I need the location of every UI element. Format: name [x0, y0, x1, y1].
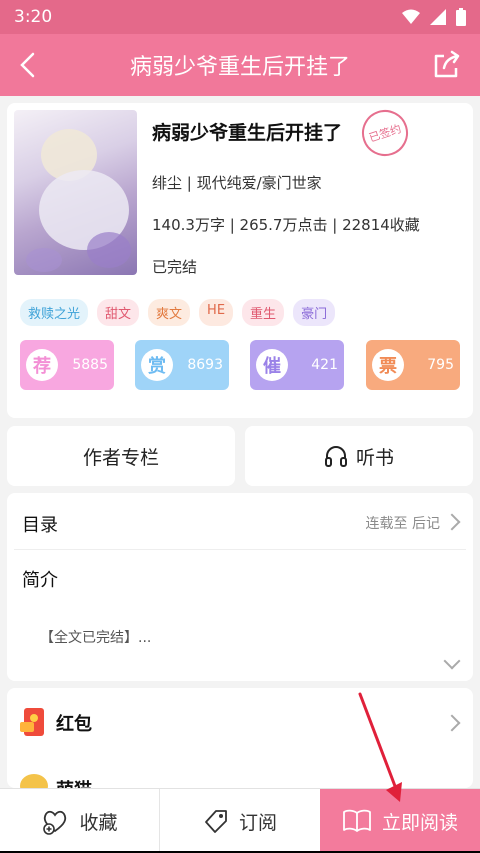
favorite-label: 收藏 [79, 811, 118, 834]
reward-count: 8693 [187, 357, 223, 373]
tag[interactable]: 爽文 [148, 299, 191, 326]
status-bar: 3:20 [0, 0, 480, 34]
urge-badge: 催 [256, 349, 288, 381]
vote-button[interactable]: 票 795 [366, 340, 460, 390]
tag-list: 救赎之光 甜文 爽文 HE 重生 豪门 [20, 299, 336, 326]
divider [14, 549, 466, 550]
book-author-genre: 绯尘 | 现代纯爱/豪门世家 [152, 174, 322, 192]
tag[interactable]: 救赎之光 [20, 299, 89, 326]
red-packet-icon [20, 708, 44, 736]
reward-badge: 赏 [141, 349, 173, 381]
signal-icon [430, 9, 446, 25]
annotation-arrow-icon [358, 692, 402, 802]
app-bar: 病弱少爷重生后开挂了 [0, 34, 480, 96]
urge-button[interactable]: 催 421 [250, 340, 344, 390]
vote-badge: 票 [372, 349, 404, 381]
wifi-icon [402, 9, 420, 24]
read-now-label: 立即阅读 [381, 811, 458, 834]
urge-count: 421 [311, 357, 338, 373]
favorite-button[interactable]: 收藏 [0, 789, 160, 853]
listen-label: 听书 [355, 446, 394, 469]
book-stats: 140.3万字 | 265.7万点击 | 22814收藏 [152, 216, 420, 234]
reward-button[interactable]: 赏 8693 [135, 340, 229, 390]
status-time: 3:20 [14, 7, 53, 27]
vote-count: 795 [427, 357, 454, 373]
battery-icon [456, 8, 466, 26]
book-open-icon [343, 809, 371, 832]
headphones-icon [324, 446, 347, 467]
tag[interactable]: 重生 [242, 299, 285, 326]
red-packet-label: 红包 [56, 714, 92, 735]
recommend-badge: 荐 [26, 349, 58, 381]
intro-text: 【全文已完结】... [40, 630, 152, 646]
share-icon[interactable] [430, 48, 464, 82]
author-column-button[interactable]: 作者专栏 [7, 426, 235, 486]
book-title: 病弱少爷重生后开挂了 [152, 122, 343, 144]
back-icon[interactable] [14, 50, 44, 80]
author-column-label: 作者专栏 [82, 446, 159, 469]
heart-plus-icon [43, 810, 67, 835]
tag-icon [205, 810, 227, 833]
listen-button[interactable]: 听书 [245, 426, 473, 486]
book-status: 已完结 [152, 258, 198, 276]
recommend-button[interactable]: 荐 5885 [20, 340, 114, 390]
toc-label: 目录 [22, 515, 58, 536]
subscribe-label: 订阅 [238, 811, 277, 834]
book-cover[interactable] [14, 110, 137, 275]
toc-status: 连载至 后记 [365, 516, 440, 532]
page-title: 病弱少爷重生后开挂了 [129, 55, 350, 80]
intro-label: 简介 [22, 570, 58, 591]
tag[interactable]: HE [199, 299, 234, 326]
tag[interactable]: 甜文 [97, 299, 140, 326]
subscribe-button[interactable]: 订阅 [160, 789, 320, 853]
tag[interactable]: 豪门 [293, 299, 336, 326]
recommend-count: 5885 [72, 357, 108, 373]
